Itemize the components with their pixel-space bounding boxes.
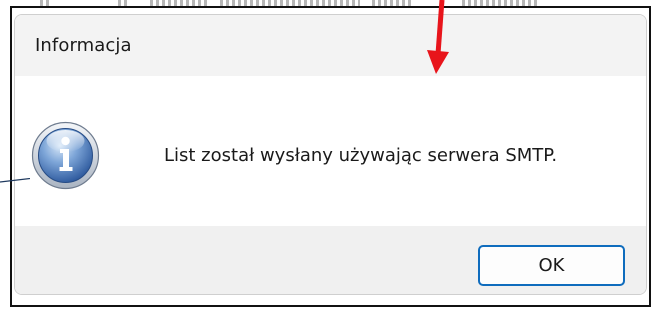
dialog-message: List został wysłany używając serwera SMT… [164,145,558,166]
red-arrow-annotation [427,0,449,74]
information-icon [31,121,100,190]
dialog-footer: OK [15,226,646,294]
ok-button[interactable]: OK [478,245,625,286]
dialog-titlebar[interactable]: Informacja [15,15,646,76]
pointer-line-annotation [0,178,30,183]
dialog-title: Informacja [35,35,132,56]
information-dialog: Informacja List został wysłany używając … [14,14,647,295]
dialog-content: List został wysłany używając serwera SMT… [15,76,646,226]
